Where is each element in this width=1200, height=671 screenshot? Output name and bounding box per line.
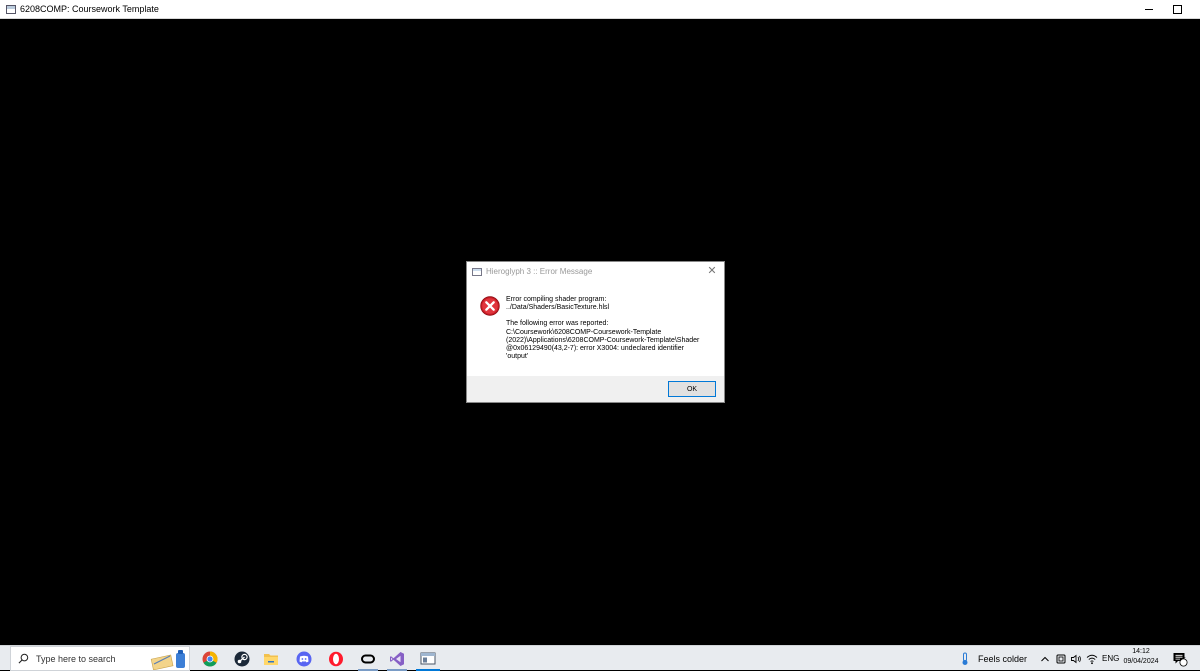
weather-text: Feels colder	[978, 653, 1028, 664]
taskbar-file-explorer[interactable]	[257, 646, 285, 671]
error-dialog: Hieroglyph 3 :: Error Message ✕ Error co…	[466, 261, 725, 403]
folder-icon	[264, 653, 278, 665]
taskbar-coursework-app[interactable]	[414, 646, 442, 671]
network-status[interactable]	[1086, 646, 1098, 671]
taskbar: Feels colder ENG 14:12 09/04/2024	[0, 645, 1200, 671]
weather-icon	[962, 652, 968, 665]
dialog-footer: OK	[467, 376, 724, 402]
window-titlebar[interactable]: 6208COMP: Coursework Template	[0, 0, 1200, 19]
steam-icon	[234, 651, 250, 666]
speaker-icon	[1071, 654, 1081, 663]
message-gap	[506, 312, 718, 320]
taskbar-visual-studio[interactable]	[383, 646, 411, 671]
chevron-up-icon	[1041, 656, 1049, 661]
weather-widget[interactable]: Feels colder	[959, 646, 1027, 671]
dialog-titlebar[interactable]: Hieroglyph 3 :: Error Message ✕	[467, 262, 724, 281]
hidden-icons-button[interactable]	[1040, 646, 1050, 671]
search-input[interactable]	[36, 653, 146, 664]
app-window-icon	[420, 652, 436, 665]
wifi-icon	[1086, 654, 1098, 664]
start-button[interactable]	[0, 646, 10, 671]
notification-center-button[interactable]: 1	[1172, 646, 1188, 671]
taskbar-steam[interactable]	[228, 646, 256, 671]
language-text: ENG	[1102, 654, 1120, 663]
message-line: C:\Coursework\6208COMP-Coursework-Templa…	[506, 328, 662, 336]
notification-count: 1	[1182, 654, 1186, 660]
message-line: The following error was reported:	[506, 320, 609, 328]
opera-icon	[329, 651, 343, 666]
dialog-app-icon	[472, 267, 482, 276]
error-icon	[480, 296, 500, 316]
message-line: ../Data/Shaders/BasicTexture.hlsl	[506, 304, 610, 312]
dialog-title: Hieroglyph 3 :: Error Message	[486, 267, 593, 276]
notes-widget-icon	[150, 649, 185, 670]
app-icon	[6, 4, 16, 14]
chrome-icon	[202, 650, 218, 667]
message-line: (2022)\Applications\6208COMP-Coursework-…	[506, 336, 700, 344]
device-icon	[1056, 654, 1066, 663]
language-indicator[interactable]: ENG	[1102, 646, 1119, 671]
message-line: 'output'	[506, 353, 529, 361]
window-title: 6208COMP: Coursework Template	[20, 4, 159, 14]
taskbar-widget-explorer[interactable]	[144, 646, 192, 671]
taskbar-chrome[interactable]	[196, 646, 224, 671]
oculus-icon	[361, 654, 375, 663]
ok-button[interactable]: OK	[668, 381, 716, 397]
battery-status[interactable]	[1055, 646, 1067, 671]
dialog-body: Error compiling shader program: ../Data/…	[467, 281, 724, 376]
taskbar-opera[interactable]	[322, 646, 350, 671]
clock-date: 09/04/2024	[1123, 658, 1159, 665]
taskbar-discord[interactable]	[290, 646, 318, 671]
taskbar-clock[interactable]: 14:12 09/04/2024	[1118, 647, 1164, 667]
visual-studio-icon	[390, 651, 404, 666]
discord-icon	[296, 651, 312, 666]
error-message: Error compiling shader program: ../Data/…	[506, 296, 718, 361]
maximize-button[interactable]	[1154, 0, 1200, 19]
message-line: @0x06129490(43,2-7): error X3004: undecl…	[506, 345, 684, 353]
app-window: 6208COMP: Coursework Template Hieroglyph…	[0, 0, 1200, 645]
dialog-close-button[interactable]: ✕	[705, 264, 719, 278]
taskbar-oculus[interactable]	[354, 646, 382, 671]
volume-control[interactable]	[1070, 646, 1082, 671]
clock-time: 14:12	[1132, 648, 1150, 655]
message-line: Error compiling shader program:	[506, 296, 607, 303]
search-icon	[18, 653, 29, 664]
